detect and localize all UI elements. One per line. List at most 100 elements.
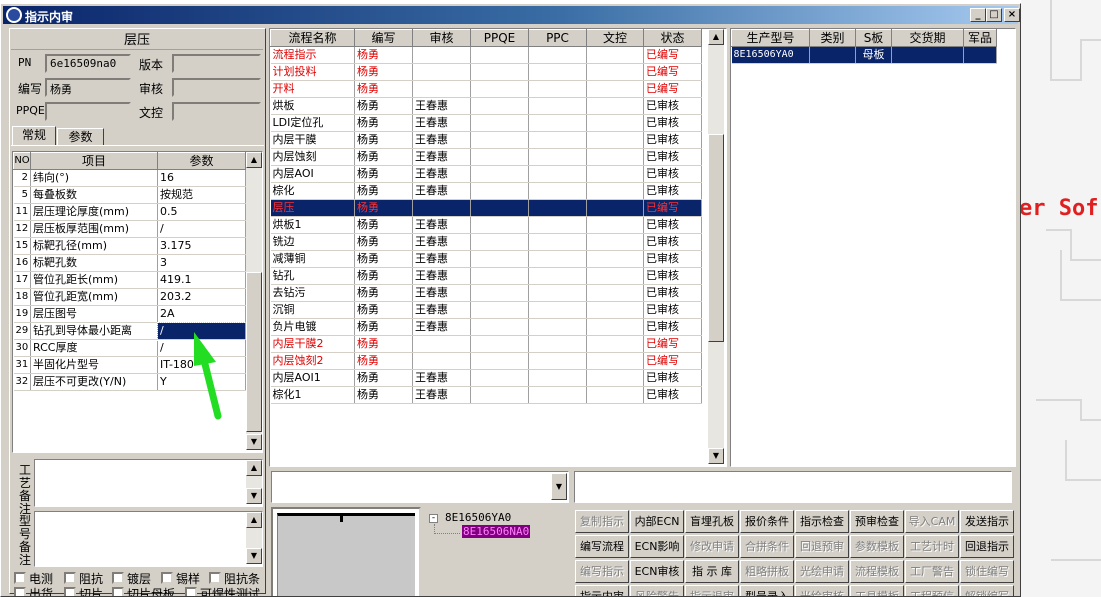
checkbox[interactable] — [209, 572, 221, 584]
param-scrollbar[interactable]: ▲ ▼ — [246, 152, 262, 450]
version-field[interactable] — [172, 54, 261, 73]
action-button[interactable]: 发送指示 — [960, 510, 1014, 533]
action-button[interactable]: 型号录入 — [740, 585, 794, 596]
prod-col-header[interactable]: 类别 — [809, 29, 856, 47]
action-button[interactable]: 编写指示 — [575, 560, 629, 583]
scroll-thumb[interactable] — [246, 272, 262, 432]
param-value[interactable]: 0.5 — [157, 203, 246, 221]
flow-col-header[interactable]: PPC — [528, 29, 587, 47]
action-button[interactable]: ECN审核 — [630, 560, 684, 583]
flow-row[interactable]: 钻孔 杨勇 王春惠 已审核 — [270, 267, 702, 285]
review-field[interactable] — [172, 78, 261, 97]
param-value[interactable]: 3 — [157, 254, 246, 272]
type-note-scrollbar[interactable]: ▲ ▼ — [246, 512, 262, 564]
prod-col-header[interactable]: 生产型号 — [731, 29, 810, 47]
param-row[interactable]: 17 管位孔距长(mm) 419.1 — [13, 271, 246, 289]
flow-row[interactable]: 去钻污 杨勇 王春惠 已审核 — [270, 284, 702, 302]
pn-field[interactable]: 6e16509na0 — [45, 54, 131, 73]
prod-col-header[interactable]: 军品 — [963, 29, 997, 47]
param-row[interactable]: 18 管位孔距宽(mm) 203.2 — [13, 288, 246, 306]
action-button[interactable]: 复制指示 — [575, 510, 629, 533]
flow-row[interactable]: 内层AOI1 杨勇 王春惠 已审核 — [270, 369, 702, 387]
flow-row[interactable]: 减薄铜 杨勇 王春惠 已审核 — [270, 250, 702, 268]
checkbox[interactable] — [112, 587, 124, 596]
scroll-thumb[interactable] — [708, 134, 724, 342]
flow-row[interactable]: 内层干膜2 杨勇 已编写 — [270, 335, 702, 353]
flow-row[interactable]: 负片电镀 杨勇 王春惠 已审核 — [270, 318, 702, 336]
flow-col-header[interactable]: 文控 — [586, 29, 644, 47]
tab-parameters[interactable]: 参数 — [57, 128, 104, 145]
action-button[interactable]: 工厂警告 — [905, 560, 959, 583]
remark-input[interactable] — [574, 471, 1012, 503]
flow-col-header[interactable]: 编写 — [354, 29, 413, 47]
action-button[interactable]: 工程预信 — [905, 585, 959, 596]
scroll-down-arrow[interactable]: ▼ — [708, 448, 724, 464]
action-button[interactable]: 合拼条件 — [740, 535, 794, 558]
checkbox[interactable] — [112, 572, 124, 584]
action-button[interactable]: 内部ECN — [630, 510, 684, 533]
col-item[interactable]: 项目 — [30, 152, 158, 170]
checkbox[interactable] — [64, 587, 76, 596]
craft-note-textarea[interactable]: ▲ ▼ — [34, 459, 263, 507]
flow-row[interactable]: 流程指示 杨勇 已编写 — [270, 46, 702, 64]
action-button[interactable]: 指示退审 — [685, 585, 739, 596]
scroll-up-arrow[interactable]: ▲ — [246, 152, 262, 168]
flow-row[interactable]: LDI定位孔 杨勇 王春惠 已审核 — [270, 114, 702, 132]
prod-col-header[interactable]: 交货期 — [891, 29, 964, 47]
col-no[interactable]: NO — [13, 152, 31, 170]
action-button[interactable]: 回退预审 — [795, 535, 849, 558]
flow-row[interactable]: 计划投料 杨勇 已编写 — [270, 63, 702, 81]
action-button[interactable]: 解锁编写 — [960, 585, 1014, 596]
action-button[interactable]: 光绘申请 — [795, 560, 849, 583]
checkbox[interactable] — [14, 572, 26, 584]
scroll-up-arrow[interactable]: ▲ — [708, 29, 724, 45]
process-combo[interactable]: ▼ — [271, 471, 569, 503]
author-field[interactable]: 杨勇 — [45, 78, 131, 97]
action-button[interactable]: 盲埋孔板 — [685, 510, 739, 533]
chevron-down-icon[interactable]: ▼ — [551, 473, 567, 500]
flow-col-header[interactable]: 状态 — [643, 29, 702, 47]
title-bar[interactable]: 指示内审 _ □ × — [3, 6, 1020, 24]
action-button[interactable]: 报价条件 — [740, 510, 794, 533]
flow-scrollbar[interactable]: ▲ ▼ — [708, 29, 724, 464]
param-value[interactable]: 按规范 — [157, 186, 246, 204]
action-button[interactable]: 导入CAM — [905, 510, 959, 533]
action-button[interactable]: 回退指示 — [960, 535, 1014, 558]
checkbox[interactable] — [14, 587, 26, 596]
flow-row[interactable]: 内层蚀刻2 杨勇 已编写 — [270, 352, 702, 370]
scroll-down-arrow[interactable]: ▼ — [246, 548, 262, 564]
close-button[interactable]: × — [1004, 8, 1020, 22]
flow-row[interactable]: 烘板1 杨勇 王春惠 已审核 — [270, 216, 702, 234]
flow-row[interactable]: 内层干膜 杨勇 王春惠 已审核 — [270, 131, 702, 149]
flow-row[interactable]: 内层蚀刻 杨勇 王春惠 已审核 — [270, 148, 702, 166]
action-button[interactable]: 修改申请 — [685, 535, 739, 558]
action-button[interactable]: 光绘审核 — [795, 585, 849, 596]
param-row[interactable]: 12 层压板厚范围(mm) / — [13, 220, 246, 238]
action-button[interactable]: 指 示 库 — [685, 560, 739, 583]
action-button[interactable]: 锁住编写 — [960, 560, 1014, 583]
param-row[interactable]: 2 纬向(°) 16 — [13, 169, 246, 187]
scroll-up-arrow[interactable]: ▲ — [246, 460, 262, 476]
param-row[interactable]: 11 层压理论厚度(mm) 0.5 — [13, 203, 246, 221]
flow-row[interactable]: 内层AOI 杨勇 王春惠 已审核 — [270, 165, 702, 183]
flow-row[interactable]: 开料 杨勇 已编写 — [270, 80, 702, 98]
param-value[interactable]: / — [157, 220, 246, 238]
param-value[interactable]: 3.175 — [157, 237, 246, 255]
param-value[interactable]: 419.1 — [157, 271, 246, 289]
action-button[interactable]: 工具模板 — [850, 585, 904, 596]
action-button[interactable]: 指示检查 — [795, 510, 849, 533]
flow-col-header[interactable]: 流程名称 — [270, 29, 355, 47]
action-button[interactable]: ECN影响 — [630, 535, 684, 558]
param-row[interactable]: 16 标靶孔数 3 — [13, 254, 246, 272]
param-row[interactable]: 15 标靶孔径(mm) 3.175 — [13, 237, 246, 255]
scroll-down-arrow[interactable]: ▼ — [246, 488, 262, 504]
prod-col-header[interactable]: S板 — [855, 29, 892, 47]
prod-row[interactable]: 8E16506YA0 母板 — [731, 46, 997, 64]
flow-row[interactable]: 沉铜 杨勇 王春惠 已审核 — [270, 301, 702, 319]
checkbox[interactable] — [185, 587, 197, 596]
flow-row[interactable]: 棕化 杨勇 王春惠 已审核 — [270, 182, 702, 200]
action-button[interactable]: 风险警告 — [630, 585, 684, 596]
action-button[interactable]: 粗略拼板 — [740, 560, 794, 583]
action-button[interactable]: 工艺计时 — [905, 535, 959, 558]
scroll-up-arrow[interactable]: ▲ — [246, 512, 262, 528]
